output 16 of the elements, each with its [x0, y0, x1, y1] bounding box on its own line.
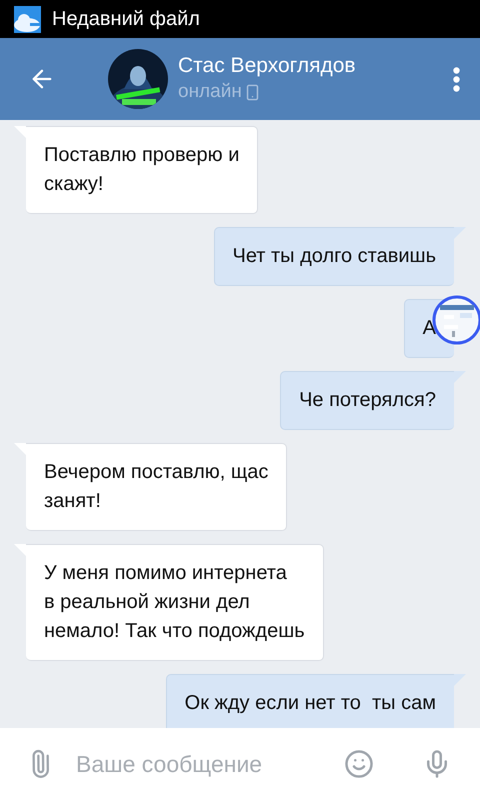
contact-name: Стас Верхоглядов	[178, 53, 357, 79]
message-text: У меня помимо интернета в реальной жизни дел немало! Так что подождешь	[44, 562, 305, 642]
message-input[interactable]: Ваше сообщение	[76, 746, 336, 782]
menu-button[interactable]	[453, 66, 460, 92]
message-text: Чет ты долго ставишь	[232, 245, 436, 267]
message-text: Вечером поставлю, щас занят!	[44, 461, 268, 512]
composer-bar[interactable]: Ваше сообщение	[0, 728, 480, 800]
message-text: Поставлю проверю и скажу!	[44, 144, 240, 195]
message-text: Че потерялся?	[299, 389, 436, 411]
more-icon	[453, 66, 460, 92]
emoji-icon[interactable]	[344, 749, 374, 779]
notification-text: Недавний файл	[52, 7, 200, 32]
online-status: онлайн	[178, 80, 242, 104]
cloud-app-icon	[14, 6, 41, 32]
message-text: А	[422, 317, 436, 339]
message-text: Ок жду если нет то ты сам	[184, 692, 436, 714]
